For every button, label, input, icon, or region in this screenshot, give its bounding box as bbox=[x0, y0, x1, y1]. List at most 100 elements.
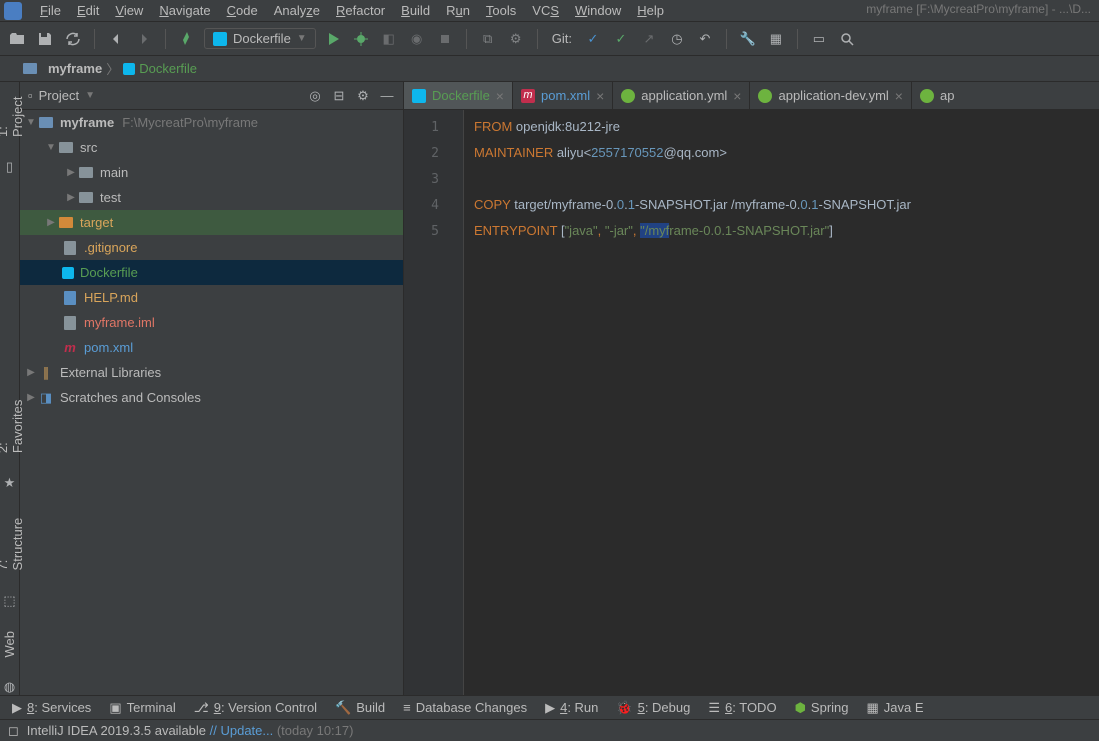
run-icon[interactable] bbox=[322, 28, 344, 50]
git-commit-icon[interactable]: ✓ bbox=[610, 28, 632, 50]
code-area[interactable]: FROM openjdk:8u212-jre MAINTAINER aliyu<… bbox=[464, 110, 1099, 695]
run-config-label: Dockerfile bbox=[233, 31, 291, 46]
tool-debug[interactable]: 🐞5: Debug bbox=[616, 700, 690, 716]
tab-dockerfile[interactable]: Dockerfile × bbox=[404, 82, 513, 109]
tree-gitignore[interactable]: .gitignore bbox=[20, 235, 403, 260]
menu-vcs[interactable]: VCS bbox=[524, 1, 567, 20]
menu-file[interactable]: File bbox=[32, 1, 69, 20]
sync-icon[interactable] bbox=[62, 28, 84, 50]
star-icon[interactable]: ★ bbox=[2, 475, 18, 491]
tree-src[interactable]: ▼ src bbox=[20, 135, 403, 160]
menu-tools[interactable]: Tools bbox=[478, 1, 524, 20]
tree-scratches[interactable]: ▶◨ Scratches and Consoles bbox=[20, 385, 403, 410]
tree-pom[interactable]: m pom.xml bbox=[20, 335, 403, 360]
forward-icon[interactable] bbox=[133, 28, 155, 50]
editor-body[interactable]: 1 2 3 4 5 FROM openjdk:8u212-jre MAINTAI… bbox=[404, 110, 1099, 695]
tool-services[interactable]: ▶8: Services bbox=[12, 700, 91, 716]
tool-structure[interactable]: 7: Structure bbox=[0, 509, 27, 574]
status-bar: ◻ IntelliJ IDEA 2019.3.5 available // Up… bbox=[0, 719, 1099, 741]
tree-target[interactable]: ▶ target bbox=[20, 210, 403, 235]
left-tool-strip: 1: Project ▯ 2: Favorites ★ 7: Structure… bbox=[0, 82, 20, 695]
structure-icon[interactable]: ⬚ bbox=[2, 593, 18, 609]
bookmark-icon[interactable]: ▯ bbox=[2, 159, 18, 175]
list-icon: ☰ bbox=[708, 700, 720, 716]
coverage-icon[interactable]: ◧ bbox=[378, 28, 400, 50]
app-icon bbox=[4, 2, 22, 20]
git-push-icon[interactable]: ↗ bbox=[638, 28, 660, 50]
tool-terminal[interactable]: ▣Terminal bbox=[109, 700, 175, 716]
locate-icon[interactable]: ◎ bbox=[307, 88, 323, 104]
tab-app-dev-yml[interactable]: application-dev.yml × bbox=[750, 82, 912, 109]
tree-test[interactable]: ▶ test bbox=[20, 185, 403, 210]
collapse-icon[interactable]: ⊟ bbox=[331, 88, 347, 104]
menu-build[interactable]: Build bbox=[393, 1, 438, 20]
save-icon[interactable] bbox=[34, 28, 56, 50]
services-icon[interactable]: ⚙ bbox=[505, 28, 527, 50]
close-icon[interactable]: × bbox=[596, 88, 604, 104]
menu-refactor[interactable]: Refactor bbox=[328, 1, 393, 20]
branch-icon: ⎇ bbox=[194, 700, 209, 716]
tool-favorites[interactable]: 2: Favorites bbox=[0, 391, 27, 457]
project-structure-icon[interactable]: ▦ bbox=[765, 28, 787, 50]
tool-todo[interactable]: ☰6: TODO bbox=[708, 700, 776, 716]
tool-spring[interactable]: ⬢Spring bbox=[795, 700, 849, 716]
editor-tabs: Dockerfile × m pom.xml × application.yml… bbox=[404, 82, 1099, 110]
menu-window[interactable]: Window bbox=[567, 1, 629, 20]
tree-ext-libs[interactable]: ▶∥ External Libraries bbox=[20, 360, 403, 385]
git-rollback-icon[interactable]: ↶ bbox=[694, 28, 716, 50]
tool-run[interactable]: ▶4: Run bbox=[545, 700, 598, 716]
build-icon[interactable] bbox=[176, 28, 198, 50]
menu-help[interactable]: Help bbox=[629, 1, 672, 20]
menu-view[interactable]: View bbox=[107, 1, 151, 20]
stop-icon[interactable] bbox=[434, 28, 456, 50]
open-icon[interactable] bbox=[6, 28, 28, 50]
search-icon[interactable] bbox=[836, 28, 858, 50]
gear-icon[interactable]: ⚙ bbox=[355, 88, 371, 104]
breadcrumb: myframe 〉 Dockerfile bbox=[0, 56, 1099, 82]
menu-run[interactable]: Run bbox=[438, 1, 478, 20]
run-config-selector[interactable]: Dockerfile ▼ bbox=[204, 28, 316, 49]
close-icon[interactable]: × bbox=[496, 88, 504, 104]
db-icon: ≡ bbox=[403, 700, 411, 715]
git-update-icon[interactable]: ✓ bbox=[582, 28, 604, 50]
tree-dockerfile[interactable]: Dockerfile bbox=[20, 260, 403, 285]
breadcrumb-project[interactable]: myframe bbox=[22, 61, 102, 76]
tree-iml[interactable]: myframe.iml bbox=[20, 310, 403, 335]
tree-root[interactable]: ▼ myframe F:\MycreatPro\myframe bbox=[20, 110, 403, 135]
status-icon[interactable]: ◻ bbox=[8, 723, 19, 739]
project-tree[interactable]: ▼ myframe F:\MycreatPro\myframe ▼ src ▶ … bbox=[20, 110, 403, 695]
docker-icon bbox=[123, 63, 135, 75]
attach-icon[interactable]: ⧉ bbox=[477, 28, 499, 50]
debug-icon[interactable] bbox=[350, 28, 372, 50]
tab-app-yml[interactable]: application.yml × bbox=[613, 82, 750, 109]
tab-partial[interactable]: ap bbox=[912, 82, 962, 109]
docker-icon bbox=[62, 267, 74, 279]
close-icon[interactable]: × bbox=[895, 88, 903, 104]
tool-build[interactable]: 🔨Build bbox=[335, 700, 385, 716]
menu-code[interactable]: Code bbox=[219, 1, 266, 20]
wrench-icon[interactable]: 🔧 bbox=[737, 28, 759, 50]
close-icon[interactable]: × bbox=[733, 88, 741, 104]
hide-icon[interactable]: — bbox=[379, 88, 395, 104]
tool-project[interactable]: 1: Project bbox=[0, 86, 27, 141]
project-panel-title[interactable]: ▫ Project ▼ bbox=[28, 88, 307, 103]
tool-web[interactable]: Web bbox=[0, 627, 19, 662]
menu-edit[interactable]: Edit bbox=[69, 1, 107, 20]
tree-help[interactable]: HELP.md bbox=[20, 285, 403, 310]
back-icon[interactable] bbox=[105, 28, 127, 50]
tree-main[interactable]: ▶ main bbox=[20, 160, 403, 185]
web-icon[interactable]: ◍ bbox=[2, 679, 18, 695]
git-history-icon[interactable]: ◷ bbox=[666, 28, 688, 50]
menu-analyze[interactable]: Analyze bbox=[266, 1, 328, 20]
monitor-icon[interactable]: ▭ bbox=[808, 28, 830, 50]
window-icon: ▫ bbox=[28, 88, 33, 103]
menu-navigate[interactable]: Navigate bbox=[151, 1, 218, 20]
window-title: myframe [F:\MycreatPro\myframe] - ...\D.… bbox=[866, 2, 1091, 16]
tool-vcs[interactable]: ⎇9: Version Control bbox=[194, 700, 317, 716]
tool-javae[interactable]: ▦Java E bbox=[867, 700, 924, 716]
tab-pom[interactable]: m pom.xml × bbox=[513, 82, 613, 109]
profile-icon[interactable]: ◉ bbox=[406, 28, 428, 50]
tool-db[interactable]: ≡Database Changes bbox=[403, 700, 527, 715]
breadcrumb-file[interactable]: Dockerfile bbox=[123, 61, 197, 76]
status-message: IntelliJ IDEA 2019.3.5 available // Upda… bbox=[27, 723, 354, 738]
